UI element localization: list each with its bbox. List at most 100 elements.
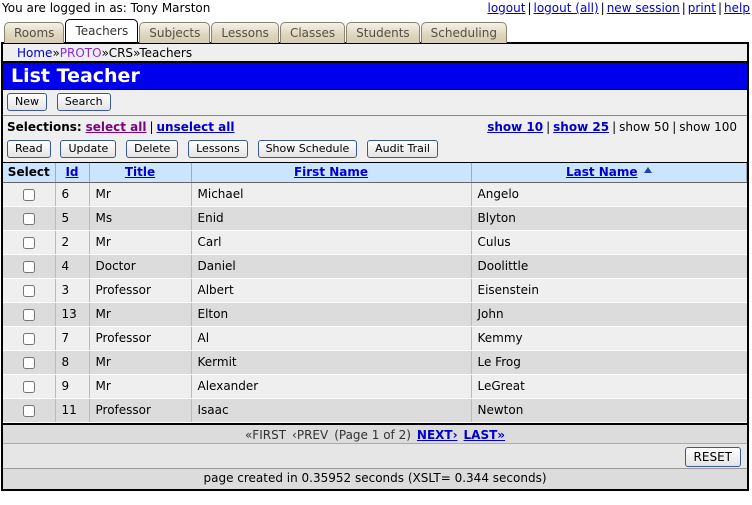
table-row: 6MrMichaelAngelo	[3, 182, 747, 206]
breadcrumb-home-link[interactable]: Home	[17, 46, 52, 60]
sort-first-name-link[interactable]: First Name	[294, 165, 368, 179]
sort-title-link[interactable]: Title	[125, 165, 155, 179]
help-link[interactable]: help	[724, 1, 750, 15]
column-header-select: Select	[3, 163, 55, 182]
page-title: List Teacher	[3, 63, 747, 90]
select-all-link[interactable]: select all	[86, 120, 147, 134]
read-button[interactable]: Read	[7, 140, 51, 158]
tab-scheduling[interactable]: Scheduling	[421, 22, 507, 43]
table-head: Select Id Title First Name Last Name	[3, 163, 747, 182]
show-schedule-button[interactable]: Show Schedule	[258, 140, 358, 158]
logout-all-link[interactable]: logout (all)	[534, 1, 599, 15]
selections-pipe: |	[609, 120, 619, 134]
column-header-id[interactable]: Id	[55, 163, 89, 182]
row-cell-id: 13	[55, 302, 89, 326]
table-row: 4DoctorDanielDoolittle	[3, 254, 747, 278]
breadcrumb: Home»PROTO»CRS»Teachers	[3, 44, 747, 63]
row-cell-first-name: Daniel	[191, 254, 471, 278]
row-cell-last-name: Blyton	[471, 206, 747, 230]
row-select-checkbox[interactable]	[23, 405, 35, 417]
reset-button[interactable]: RESET	[685, 447, 741, 467]
table-row: 11ProfessorIsaacNewton	[3, 398, 747, 422]
row-select-checkbox[interactable]	[23, 237, 35, 249]
logged-in-text: You are logged in as: Tony Marston	[2, 0, 210, 17]
row-cell-first-name: Isaac	[191, 398, 471, 422]
row-cell-title: Mr	[89, 374, 191, 398]
row-cell-last-name: John	[471, 302, 747, 326]
new-session-link[interactable]: new session	[607, 1, 680, 15]
selections-left: Selections: select all|unselect all	[7, 120, 234, 134]
tab-rooms[interactable]: Rooms	[4, 22, 64, 43]
audit-trail-button[interactable]: Audit Trail	[367, 140, 438, 158]
row-cell-id: 8	[55, 350, 89, 374]
row-cell-first-name: Carl	[191, 230, 471, 254]
tab-teachers[interactable]: Teachers	[65, 19, 138, 42]
row-cell-id: 11	[55, 398, 89, 422]
update-button[interactable]: Update	[60, 140, 116, 158]
row-select-checkbox[interactable]	[23, 381, 35, 393]
sort-id-link[interactable]: Id	[65, 165, 78, 179]
row-select-cell	[3, 302, 55, 326]
row-select-checkbox[interactable]	[23, 357, 35, 369]
link-separator: |	[680, 1, 688, 15]
table-row: 2MrCarlCulus	[3, 230, 747, 254]
row-cell-first-name: Al	[191, 326, 471, 350]
show-10-link[interactable]: show 10	[487, 120, 543, 134]
column-header-first-name[interactable]: First Name	[191, 163, 471, 182]
show-25-link[interactable]: show 25	[553, 120, 609, 134]
row-select-cell	[3, 374, 55, 398]
row-select-cell	[3, 206, 55, 230]
show-50-label: show 50	[619, 120, 669, 134]
table-row: 3ProfessorAlbertEisenstein	[3, 278, 747, 302]
print-link[interactable]: print	[688, 1, 716, 15]
page-info: (Page 1 of 2)	[334, 428, 411, 442]
row-cell-first-name: Michael	[191, 182, 471, 206]
lessons-button[interactable]: Lessons	[188, 140, 248, 158]
column-header-last-name[interactable]: Last Name	[471, 163, 747, 182]
row-select-checkbox[interactable]	[23, 309, 35, 321]
row-select-checkbox[interactable]	[23, 285, 35, 297]
tab-lessons[interactable]: Lessons	[211, 22, 279, 43]
row-cell-id: 3	[55, 278, 89, 302]
row-select-cell	[3, 398, 55, 422]
row-select-checkbox[interactable]	[23, 213, 35, 225]
main-tab-strip: Rooms Teachers Subjects Lessons Classes …	[0, 17, 752, 42]
new-button[interactable]: New	[7, 93, 47, 111]
row-cell-title: Ms	[89, 206, 191, 230]
breadcrumb-proto-link[interactable]: PROTO	[60, 46, 102, 60]
link-separator: |	[525, 1, 533, 15]
unselect-all-link[interactable]: unselect all	[157, 120, 235, 134]
main-panel: Home»PROTO»CRS»Teachers List Teacher New…	[1, 42, 749, 491]
row-cell-id: 5	[55, 206, 89, 230]
row-cell-id: 6	[55, 182, 89, 206]
tab-classes[interactable]: Classes	[280, 22, 345, 43]
row-cell-title: Professor	[89, 326, 191, 350]
logout-link[interactable]: logout	[488, 1, 526, 15]
last-page-link[interactable]: LAST»	[464, 428, 506, 442]
tab-students[interactable]: Students	[346, 22, 420, 43]
next-page-link[interactable]: NEXT›	[417, 428, 458, 442]
row-cell-id: 7	[55, 326, 89, 350]
row-cell-id: 9	[55, 374, 89, 398]
top-button-row: New Search	[3, 90, 747, 116]
search-button[interactable]: Search	[57, 93, 111, 111]
table-row: 7ProfessorAlKemmy	[3, 326, 747, 350]
row-cell-last-name: Angelo	[471, 182, 747, 206]
row-cell-title: Doctor	[89, 254, 191, 278]
row-select-cell	[3, 278, 55, 302]
row-cell-first-name: Kermit	[191, 350, 471, 374]
row-select-cell	[3, 254, 55, 278]
tab-subjects[interactable]: Subjects	[139, 22, 210, 43]
delete-button[interactable]: Delete	[126, 140, 178, 158]
column-header-title[interactable]: Title	[89, 163, 191, 182]
sort-last-name-link[interactable]: Last Name	[566, 165, 638, 179]
teacher-table: Select Id Title First Name Last Name 6Mr…	[3, 163, 747, 423]
row-select-checkbox[interactable]	[23, 261, 35, 273]
row-cell-first-name: Albert	[191, 278, 471, 302]
show-100-label: show 100	[679, 120, 737, 134]
row-select-checkbox[interactable]	[23, 333, 35, 345]
sort-ascending-icon	[644, 167, 652, 173]
row-select-checkbox[interactable]	[23, 189, 35, 201]
selections-pipe: |	[669, 120, 679, 134]
pagination-bar: «FIRST‹PREV(Page 1 of 2)NEXT›LAST»	[3, 423, 747, 443]
